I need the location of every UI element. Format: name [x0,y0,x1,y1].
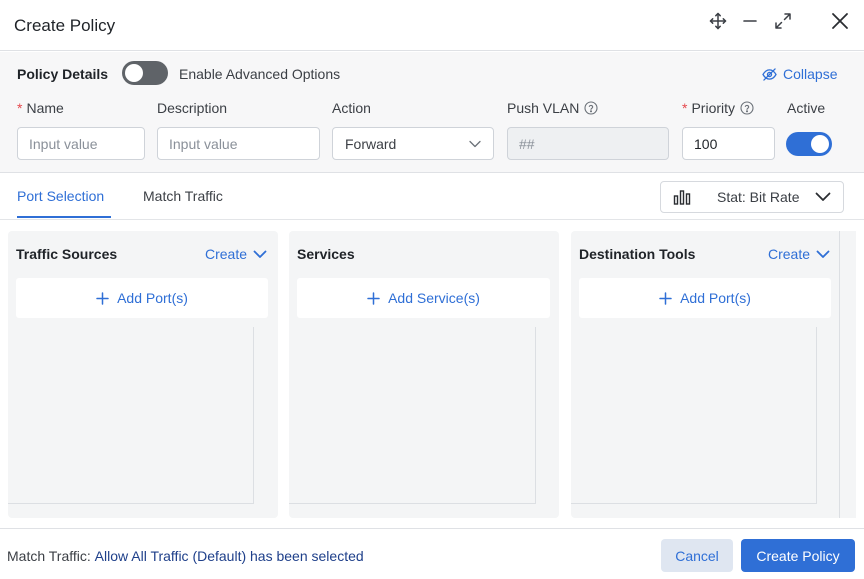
advanced-options-label: Enable Advanced Options [179,66,341,82]
name-input[interactable] [17,127,145,160]
traffic-sources-title: Traffic Sources [16,246,118,262]
collapse-label: Collapse [783,66,838,82]
create-label: Create [768,246,811,262]
panels-scrollbar[interactable] [839,231,856,518]
required-marker: * [17,100,23,116]
policy-details-label: Policy Details [17,66,109,82]
services-title: Services [297,246,355,262]
add-services-label: Add Service(s) [388,290,480,306]
stat-selector[interactable]: Stat: Bit Rate [660,181,844,213]
minimize-icon[interactable] [739,10,761,32]
name-field-label: * Name [17,100,64,116]
plus-icon [96,291,109,305]
priority-input[interactable] [682,127,775,160]
plus-icon [659,291,672,305]
help-icon[interactable] [740,101,754,115]
create-label: Create [205,246,248,262]
tab-port-selection[interactable]: Port Selection [17,188,104,204]
create-policy-button[interactable]: Create Policy [741,539,855,572]
services-list [289,327,536,504]
priority-field-label: * Priority [682,100,754,116]
plus-icon [367,291,380,305]
tab-match-traffic[interactable]: Match Traffic [143,188,223,204]
action-select[interactable]: Forward [332,127,494,160]
traffic-sources-list [8,327,254,504]
cancel-button[interactable]: Cancel [661,539,733,572]
expand-icon[interactable] [772,10,794,32]
add-services-button[interactable]: Add Service(s) [297,278,550,318]
eye-off-icon [762,67,777,81]
chevron-down-icon [469,140,481,148]
active-toggle[interactable] [786,132,832,156]
close-icon[interactable] [829,10,851,32]
help-icon[interactable] [584,101,598,115]
description-input[interactable] [157,127,320,160]
push-vlan-input[interactable] [507,127,669,160]
add-ports-label: Add Port(s) [680,290,751,306]
description-field-label: Description [157,100,228,116]
required-marker: * [682,100,688,116]
active-tab-indicator [17,216,111,218]
action-field-label: Action [332,100,371,116]
destination-tools-list [571,327,817,504]
collapse-link[interactable]: Collapse [762,66,837,82]
move-icon[interactable] [707,10,729,32]
add-source-ports-button[interactable]: Add Port(s) [16,278,268,318]
match-traffic-selection: Allow All Traffic (Default) has been sel… [94,548,364,564]
match-traffic-prefix: Match Traffic: [7,548,91,564]
destination-tools-create-dropdown[interactable]: Create [768,246,830,262]
bar-chart-icon [673,189,691,205]
tab-divider [0,219,864,220]
destination-tools-title: Destination Tools [579,246,696,262]
match-traffic-summary: Match Traffic: Allow All Traffic (Defaul… [7,548,364,564]
stat-selector-label: Stat: Bit Rate [717,189,800,205]
action-select-value: Forward [345,135,397,152]
dialog-title: Create Policy [14,16,116,35]
add-ports-label: Add Port(s) [117,290,188,306]
traffic-sources-create-dropdown[interactable]: Create [205,246,267,262]
chevron-down-icon [816,250,830,259]
chevron-down-icon [815,192,831,202]
active-field-label: Active [787,100,826,116]
dialog-header [0,0,864,51]
chevron-down-icon [253,250,267,259]
advanced-options-toggle[interactable] [122,61,168,85]
push-vlan-field-label: Push VLAN [507,100,598,116]
add-destination-ports-button[interactable]: Add Port(s) [579,278,831,318]
